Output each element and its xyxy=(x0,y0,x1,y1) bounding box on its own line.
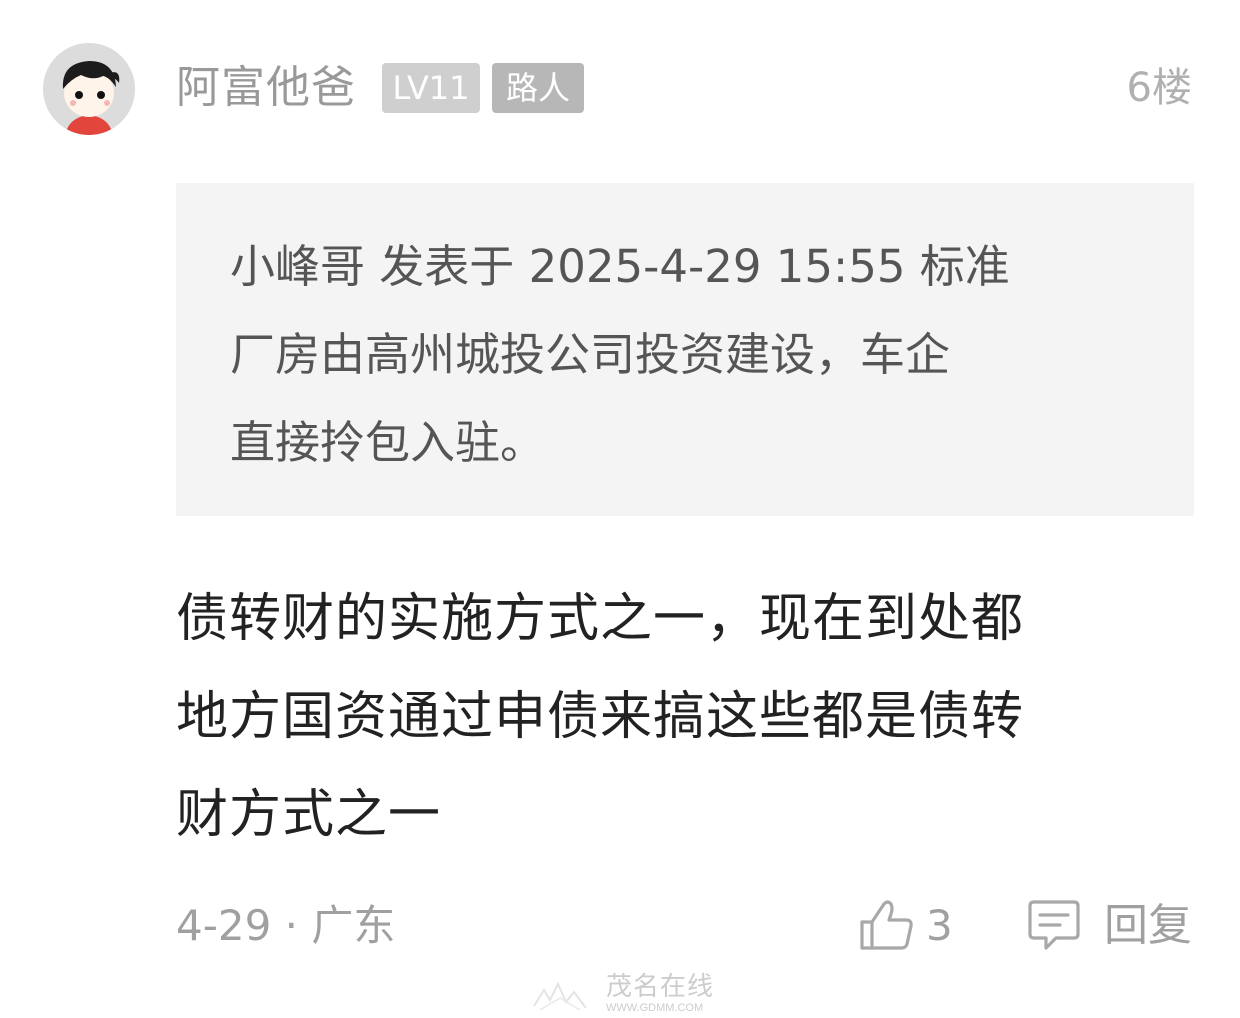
comment-bubble-icon[interactable] xyxy=(1026,898,1082,954)
cartoon-avatar-icon xyxy=(43,43,135,135)
floor-number: 6楼 xyxy=(1126,65,1192,111)
reply-button[interactable]: 回复 xyxy=(1104,896,1192,956)
watermark-text: 茂名在线 xyxy=(606,972,715,1002)
like-count: 3 xyxy=(926,901,953,950)
quoted-text: 小峰哥 发表于 2025-4-29 15:55 标准 厂房由高州城投公司投资建设，… xyxy=(230,223,1130,487)
content-line: 债转财的实施方式之一，现在到处都 xyxy=(176,589,1025,649)
quoted-line: 小峰哥 发表于 2025-4-29 15:55 标准 xyxy=(230,240,1010,293)
quoted-line: 直接拎包入驻。 xyxy=(230,416,546,469)
watermark-url: WWW.GDMM.COM xyxy=(606,1002,704,1014)
level-badge: LV11 xyxy=(382,63,480,113)
thumbs-up-icon[interactable] xyxy=(858,898,916,952)
content-line: 财方式之一 xyxy=(176,785,442,845)
avatar[interactable] xyxy=(43,43,135,135)
post-meta: 4-29 · 广东 xyxy=(176,901,396,950)
title-badge: 路人 xyxy=(492,63,584,113)
username[interactable]: 阿富他爸 xyxy=(176,58,356,118)
quoted-post[interactable]: 小峰哥 发表于 2025-4-29 15:55 标准 厂房由高州城投公司投资建设，… xyxy=(176,183,1194,516)
quoted-line: 厂房由高州城投公司投资建设，车企 xyxy=(230,328,951,381)
content-line: 地方国资通过申债来搞这些都是债转 xyxy=(176,687,1025,747)
post-content: 债转财的实施方式之一，现在到处都 地方国资通过申债来搞这些都是债转 财方式之一 xyxy=(176,570,1166,864)
